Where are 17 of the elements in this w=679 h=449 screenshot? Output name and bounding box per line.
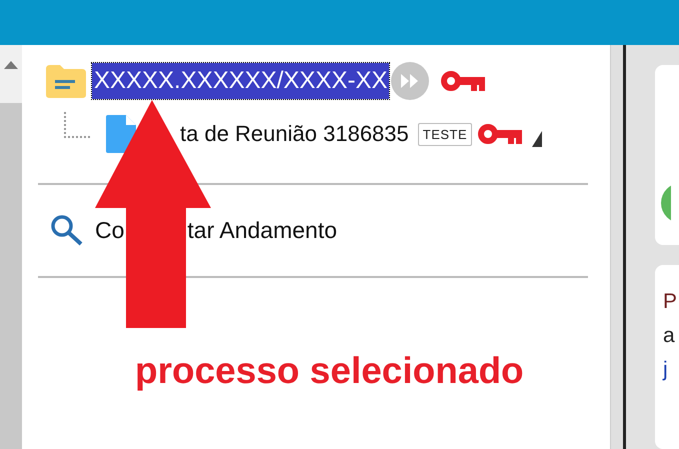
corner-icon: [532, 131, 542, 147]
action-link[interactable]: tar Andamento: [187, 216, 338, 244]
key-icon[interactable]: [441, 70, 486, 92]
scroll-up-icon[interactable]: [4, 61, 18, 69]
document-link[interactable]: ta de Reunião 3186835: [180, 121, 409, 147]
document-tag: TESTE: [418, 122, 472, 146]
card-text: P: [663, 289, 678, 315]
key-icon[interactable]: [478, 123, 522, 145]
process-link[interactable]: XXXXX.XXXXXX/XXXX-XX: [92, 63, 390, 99]
scrollbar[interactable]: [0, 45, 22, 449]
tree-connector: [64, 112, 90, 138]
panel-splitter[interactable]: [610, 45, 626, 449]
search-icon[interactable]: [50, 214, 84, 246]
card-link[interactable]: j: [663, 353, 679, 387]
card-text: a: [663, 323, 676, 349]
annotation-text: processo selecionado: [135, 350, 525, 392]
folder-icon: [44, 63, 88, 99]
